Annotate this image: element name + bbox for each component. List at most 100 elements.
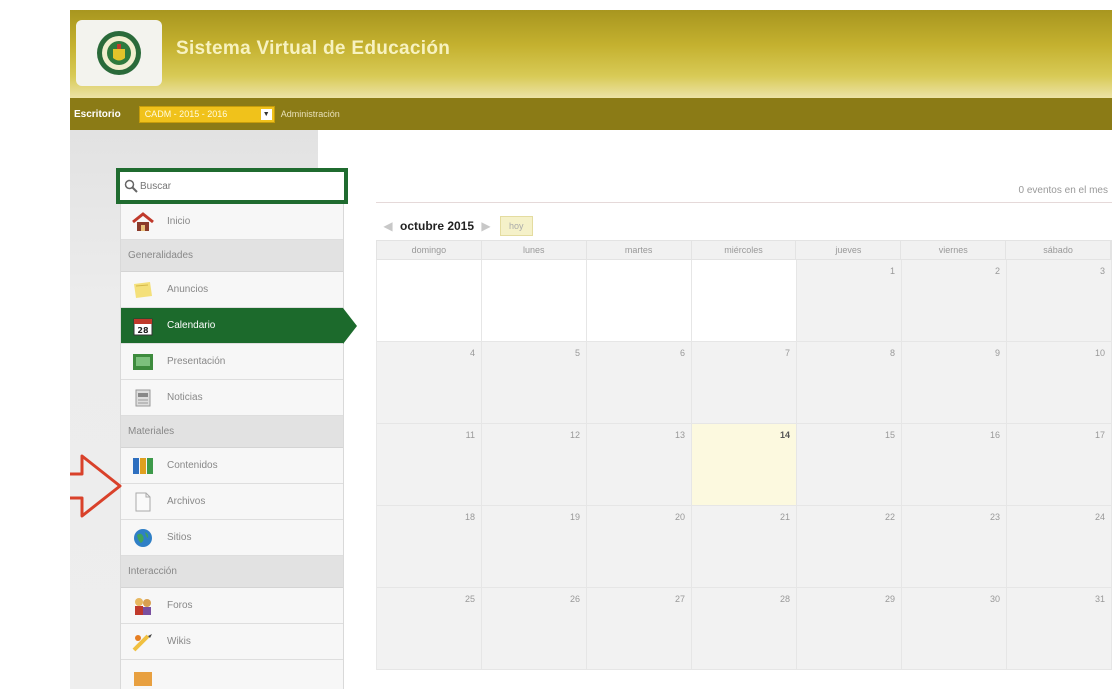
calendar-day[interactable]: 10: [1007, 342, 1112, 424]
sidebar-item-archivos[interactable]: Archivos: [121, 484, 343, 520]
month-calendar: domingo lunes martes miércoles jueves viernes…: [376, 240, 1112, 670]
weekday-header: jueves: [796, 241, 902, 259]
day-number: 24: [1094, 512, 1105, 522]
top-navbar: Escritorio CADM - 2015 - 2016 ▼ Administ…: [70, 98, 1112, 130]
calendar-day[interactable]: 2: [902, 260, 1007, 342]
day-number: 30: [989, 594, 1000, 604]
day-number: 6: [679, 348, 685, 358]
calendar-day[interactable]: 11: [377, 424, 482, 506]
calendar-day[interactable]: 26: [482, 588, 587, 670]
calendar-day[interactable]: 9: [902, 342, 1007, 424]
day-number: 25: [464, 594, 475, 604]
app-title: Sistema Virtual de Educación: [176, 38, 451, 59]
calendar-empty-cell: [377, 260, 482, 342]
today-button[interactable]: hoy: [500, 216, 533, 236]
calendar-day[interactable]: 27: [587, 588, 692, 670]
day-number: 8: [889, 348, 895, 358]
forum-icon: [131, 595, 155, 617]
dropdown-arrow-icon: ▼: [260, 108, 272, 120]
calendar-empty-cell: [587, 260, 692, 342]
calendar-day[interactable]: 20: [587, 506, 692, 588]
sidebar-item-blog[interactable]: [121, 660, 343, 689]
prev-month-button[interactable]: ◀: [382, 217, 394, 235]
day-number: 1: [889, 266, 895, 276]
calendar-day[interactable]: 31: [1007, 588, 1112, 670]
sidebar-item-noticias[interactable]: Noticias: [121, 380, 343, 416]
sidebar-item-contenidos[interactable]: Contenidos: [121, 448, 343, 484]
calendar-day[interactable]: 16: [902, 424, 1007, 506]
calendar-day[interactable]: 5: [482, 342, 587, 424]
day-number: 27: [674, 594, 685, 604]
sidebar-item-sitios[interactable]: Sitios: [121, 520, 343, 556]
calendar-day[interactable]: 13: [587, 424, 692, 506]
day-number: 19: [569, 512, 580, 522]
day-number: 21: [779, 512, 790, 522]
calendar-day[interactable]: 12: [482, 424, 587, 506]
period-select-value: CADM - 2015 - 2016: [144, 109, 228, 119]
day-number: 11: [465, 430, 475, 440]
calendar-day[interactable]: 15: [797, 424, 902, 506]
weekday-header-row: domingo lunes martes miércoles jueves viernes…: [376, 240, 1112, 260]
blog-icon: [131, 667, 155, 689]
calendar-day[interactable]: 6: [587, 342, 692, 424]
calendar-day[interactable]: 22: [797, 506, 902, 588]
day-number: 22: [884, 512, 895, 522]
sidebar-item-foros[interactable]: Foros: [121, 588, 343, 624]
calendar-day[interactable]: 21: [692, 506, 797, 588]
day-number: 28: [779, 594, 790, 604]
period-select[interactable]: CADM - 2015 - 2016 ▼: [138, 105, 275, 123]
sidebar-item-presentacion[interactable]: Presentación: [121, 344, 343, 380]
pointer-arrow-annotation: [70, 454, 122, 518]
globe-icon: [131, 527, 155, 549]
day-number: 31: [1094, 594, 1105, 604]
weekday-header: martes: [587, 241, 692, 259]
calendar-day[interactable]: 18: [377, 506, 482, 588]
calendar-day[interactable]: 17: [1007, 424, 1112, 506]
calendar-day[interactable]: 7: [692, 342, 797, 424]
sidebar-item-wikis[interactable]: Wikis: [121, 624, 343, 660]
calendar-day[interactable]: 3: [1007, 260, 1112, 342]
nav-escritorio[interactable]: Escritorio: [74, 109, 121, 120]
weekday-header: miércoles: [692, 241, 797, 259]
calendar-day[interactable]: 30: [902, 588, 1007, 670]
divider: [376, 202, 1112, 203]
section-generalidades: Generalidades: [121, 240, 343, 272]
day-number: 29: [884, 594, 895, 604]
sidebar-item-inicio[interactable]: Inicio: [121, 204, 343, 240]
search-input[interactable]: [140, 175, 340, 197]
calendar-day[interactable]: 28: [692, 588, 797, 670]
news-icon: [131, 387, 155, 409]
day-number: 13: [674, 430, 685, 440]
weekday-header: domingo: [377, 241, 482, 259]
section-interaccion: Interacción: [121, 556, 343, 588]
sidebar-item-calendario[interactable]: 28 Calendario: [121, 308, 357, 344]
calendar-empty-cell: [482, 260, 587, 342]
section-materiales: Materiales: [121, 416, 343, 448]
sidebar-item-anuncios[interactable]: Anuncios: [121, 272, 343, 308]
day-number: 10: [1094, 348, 1105, 358]
calendar-day[interactable]: 29: [797, 588, 902, 670]
calendar-day-today[interactable]: 14: [692, 424, 797, 506]
day-number: 7: [784, 348, 790, 358]
calendar-day[interactable]: 24: [1007, 506, 1112, 588]
next-month-button[interactable]: ▶: [480, 217, 492, 235]
contents-icon: [131, 455, 155, 477]
sidebar-menu: Inicio Generalidades Anuncios 28 Calenda…: [120, 204, 357, 689]
file-icon: [131, 491, 155, 513]
calendar-day[interactable]: 19: [482, 506, 587, 588]
events-count: 0 eventos en el mes: [1018, 185, 1109, 196]
calendar-day[interactable]: 8: [797, 342, 902, 424]
calendar-day[interactable]: 25: [377, 588, 482, 670]
calendar-day[interactable]: 4: [377, 342, 482, 424]
calendar-empty-cell: [692, 260, 797, 342]
calendar-day[interactable]: 1: [797, 260, 902, 342]
day-number: 17: [1094, 430, 1105, 440]
weekday-header: viernes: [901, 241, 1007, 259]
day-number: 23: [989, 512, 1000, 522]
weekday-header: lunes: [482, 241, 587, 259]
search-box: [116, 168, 348, 204]
calendar-day[interactable]: 23: [902, 506, 1007, 588]
main-content: 0 eventos en el mes ◀ octubre 2015 ▶ hoy…: [376, 130, 1112, 689]
day-number: 14: [779, 430, 790, 440]
nav-admin-link[interactable]: Administración: [281, 109, 340, 119]
